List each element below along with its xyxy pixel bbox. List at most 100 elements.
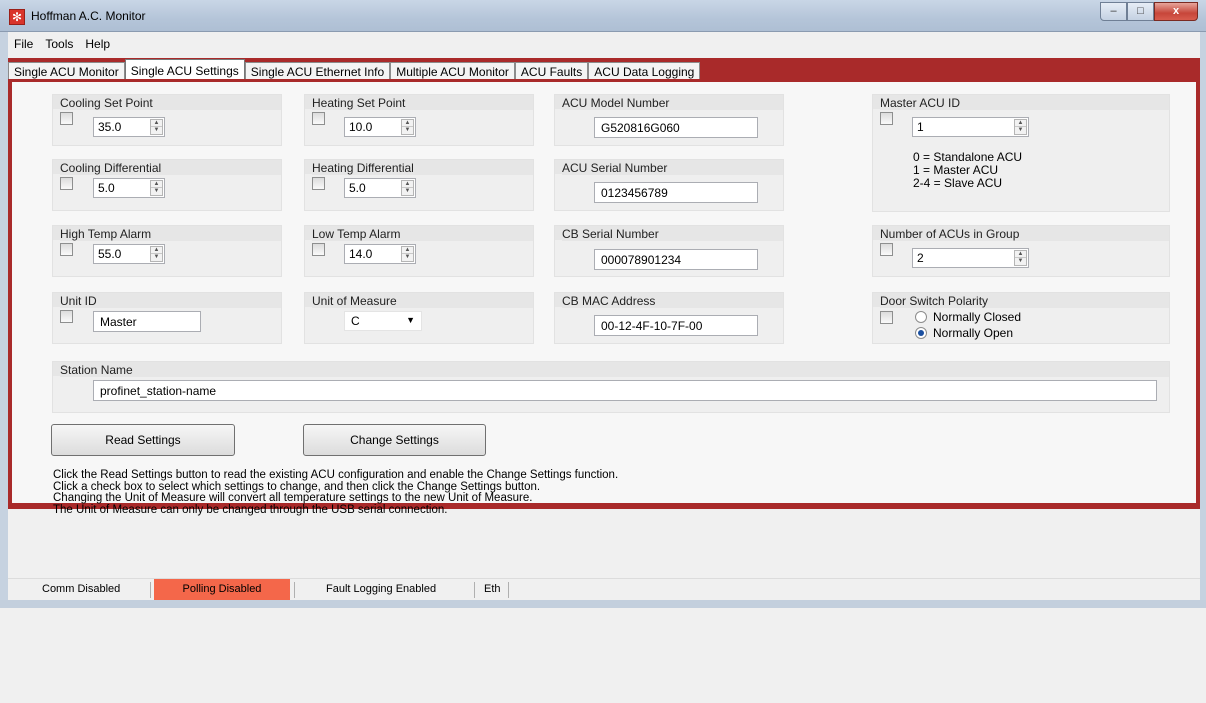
tab-acu-faults[interactable]: ACU Faults — [514, 62, 589, 80]
window-controls: – □ x — [1100, 2, 1198, 22]
spinner-arrows[interactable]: ▲ ▼ — [1014, 119, 1027, 135]
status-separator — [474, 582, 475, 598]
status-separator — [508, 582, 509, 598]
group-heating-set-point: Heating Set Point 10.0 ▲ ▼ — [304, 94, 534, 146]
cooling-set-point-checkbox[interactable] — [60, 112, 73, 125]
spin-up-icon[interactable]: ▲ — [402, 247, 413, 254]
spinner-arrows[interactable]: ▲ ▼ — [401, 180, 414, 196]
title-bar[interactable]: ✻ Hoffman A.C. Monitor – □ x — [0, 0, 1206, 32]
normally-closed-label: Normally Closed — [933, 310, 1022, 324]
master-acu-id-value: 1 — [917, 120, 924, 134]
master-acu-id-spinner[interactable]: 1 ▲ ▼ — [912, 117, 1029, 137]
spin-down-icon[interactable]: ▼ — [402, 127, 413, 134]
window-left-edge — [0, 32, 8, 602]
tab-single-acu-monitor[interactable]: Single ACU Monitor — [8, 62, 125, 80]
cooling-differential-spinner[interactable]: 5.0 ▲ ▼ — [93, 178, 165, 198]
unit-of-measure-value: C — [351, 314, 360, 328]
change-settings-button[interactable]: Change Settings — [303, 424, 486, 456]
group-cooling-set-point: Cooling Set Point 35.0 ▲ ▼ — [52, 94, 282, 146]
spinner-arrows[interactable]: ▲ ▼ — [1014, 250, 1027, 266]
minimize-button[interactable]: – — [1100, 2, 1127, 21]
acu-serial-number-field[interactable]: 0123456789 — [594, 182, 758, 203]
spin-down-icon[interactable]: ▼ — [1015, 258, 1026, 265]
unit-id-label: Unit ID — [60, 294, 281, 308]
spin-down-icon[interactable]: ▼ — [151, 188, 162, 195]
low-temp-alarm-spinner[interactable]: 14.0 ▲ ▼ — [344, 244, 416, 264]
spinner-arrows[interactable]: ▲ ▼ — [401, 119, 414, 135]
spin-up-icon[interactable]: ▲ — [151, 120, 162, 127]
spin-down-icon[interactable]: ▼ — [1015, 127, 1026, 134]
maximize-button[interactable]: □ — [1127, 2, 1154, 21]
unit-of-measure-label: Unit of Measure — [312, 294, 533, 308]
high-temp-alarm-spinner[interactable]: 55.0 ▲ ▼ — [93, 244, 165, 264]
tab-acu-data-logging[interactable]: ACU Data Logging — [588, 62, 701, 80]
spin-up-icon[interactable]: ▲ — [151, 181, 162, 188]
high-temp-alarm-checkbox[interactable] — [60, 243, 73, 256]
group-low-temp-alarm: Low Temp Alarm 14.0 ▲ ▼ — [304, 225, 534, 277]
status-fault-logging: Fault Logging Enabled — [326, 583, 437, 595]
close-button[interactable]: x — [1154, 2, 1198, 21]
station-name-label: Station Name — [60, 363, 1169, 377]
number-of-acus-checkbox[interactable] — [880, 243, 893, 256]
spin-up-icon[interactable]: ▲ — [1015, 120, 1026, 127]
status-separator — [150, 582, 151, 598]
status-eth: Eth — [484, 583, 501, 595]
heating-differential-spinner[interactable]: 5.0 ▲ ▼ — [344, 178, 416, 198]
window-right-edge — [1200, 32, 1206, 602]
spinner-arrows[interactable]: ▲ ▼ — [150, 246, 163, 262]
tab-single-acu-ethernet-info[interactable]: Single ACU Ethernet Info — [244, 62, 391, 80]
spin-down-icon[interactable]: ▼ — [402, 254, 413, 261]
menu-tools[interactable]: Tools — [39, 34, 79, 56]
spin-down-icon[interactable]: ▼ — [151, 127, 162, 134]
status-separator — [294, 582, 295, 598]
instruction-line-3: The Unit of Measure can only be changed … — [53, 504, 448, 517]
heating-set-point-spinner[interactable]: 10.0 ▲ ▼ — [344, 117, 416, 137]
menu-file[interactable]: File — [8, 34, 39, 56]
read-settings-button[interactable]: Read Settings — [51, 424, 235, 456]
spin-up-icon[interactable]: ▲ — [1015, 251, 1026, 258]
menu-help[interactable]: Help — [79, 34, 116, 56]
status-comm: Comm Disabled — [42, 583, 121, 595]
spinner-arrows[interactable]: ▲ ▼ — [150, 180, 163, 196]
group-number-of-acus: Number of ACUs in Group 2 ▲ ▼ — [872, 225, 1170, 277]
heating-set-point-label: Heating Set Point — [312, 96, 533, 110]
low-temp-alarm-checkbox[interactable] — [312, 243, 325, 256]
spin-up-icon[interactable]: ▲ — [402, 120, 413, 127]
group-unit-of-measure: Unit of Measure C ▼ — [304, 292, 534, 344]
spin-down-icon[interactable]: ▼ — [151, 254, 162, 261]
heating-set-point-checkbox[interactable] — [312, 112, 325, 125]
unit-of-measure-select[interactable]: C ▼ — [344, 311, 422, 331]
door-switch-polarity-checkbox[interactable] — [880, 311, 893, 324]
cb-mac-address-field[interactable]: 00-12-4F-10-7F-00 — [594, 315, 758, 336]
cb-serial-number-label: CB Serial Number — [562, 227, 783, 241]
spin-up-icon[interactable]: ▲ — [402, 181, 413, 188]
panel-content: Cooling Set Point 35.0 ▲ ▼ Cooling Differ… — [12, 82, 1196, 503]
unit-id-checkbox[interactable] — [60, 310, 73, 323]
radio-normally-open[interactable] — [915, 327, 927, 339]
high-temp-alarm-label: High Temp Alarm — [60, 227, 281, 241]
station-name-input[interactable]: profinet_station-name — [93, 380, 1157, 401]
window-title: Hoffman A.C. Monitor — [31, 9, 146, 23]
group-acu-serial-number: ACU Serial Number 0123456789 — [554, 159, 784, 211]
tab-single-acu-settings[interactable]: Single ACU Settings — [124, 59, 245, 80]
tab-multiple-acu-monitor[interactable]: Multiple ACU Monitor — [390, 62, 515, 80]
spin-down-icon[interactable]: ▼ — [402, 188, 413, 195]
acu-model-number-label: ACU Model Number — [562, 96, 783, 110]
spinner-arrows[interactable]: ▲ ▼ — [401, 246, 414, 262]
number-of-acus-label: Number of ACUs in Group — [880, 227, 1169, 241]
cooling-set-point-label: Cooling Set Point — [60, 96, 281, 110]
cooling-differential-checkbox[interactable] — [60, 177, 73, 190]
spinner-arrows[interactable]: ▲ ▼ — [150, 119, 163, 135]
number-of-acus-spinner[interactable]: 2 ▲ ▼ — [912, 248, 1029, 268]
chevron-down-icon[interactable]: ▼ — [406, 315, 415, 325]
acu-model-number-field[interactable]: G520816G060 — [594, 117, 758, 138]
radio-normally-closed[interactable] — [915, 311, 927, 323]
heating-differential-checkbox[interactable] — [312, 177, 325, 190]
master-acu-id-checkbox[interactable] — [880, 112, 893, 125]
cooling-set-point-spinner[interactable]: 35.0 ▲ ▼ — [93, 117, 165, 137]
cb-serial-number-field[interactable]: 000078901234 — [594, 249, 758, 270]
unit-id-input[interactable]: Master — [93, 311, 201, 332]
spin-up-icon[interactable]: ▲ — [151, 247, 162, 254]
tab-strip: Single ACU Monitor Single ACU Settings S… — [8, 58, 1200, 80]
group-master-acu-id: Master ACU ID 1 ▲ ▼ 0 = Standalone ACU 1 … — [872, 94, 1170, 212]
